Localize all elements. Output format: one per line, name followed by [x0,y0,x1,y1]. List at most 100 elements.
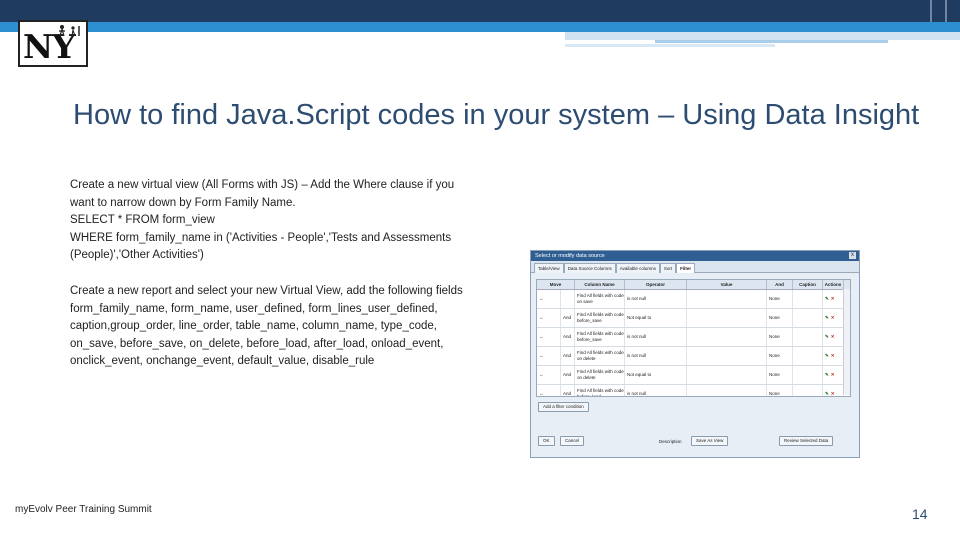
logic-cell: None [767,366,793,384]
tab-data-source-columns[interactable]: Data Source Columns [563,263,616,273]
column-header: Operator [625,280,687,289]
actions-cell: ✎ ✕ [823,290,844,308]
value-cell[interactable] [687,328,767,346]
logo-figures-icon [59,25,80,37]
top-bar [0,0,960,22]
grid-header: Move Column Name Operator Value And Caption Ac… [537,280,850,290]
move-arrows-icon[interactable]: ↔ [537,309,561,327]
tab-filter[interactable]: Filter [676,263,696,273]
column-header: Caption [793,280,823,289]
add-filter-button[interactable]: Add a filter condition [538,402,589,412]
tab-table-view[interactable]: Table/View [534,263,564,273]
value-cell[interactable] [687,366,767,384]
delete-icon[interactable]: ✕ [831,334,835,339]
value-cell[interactable] [687,347,767,365]
description-label: Description [659,439,682,444]
caption-cell [793,309,823,327]
actions-cell: ✎ ✕ [823,366,844,384]
tab-available-columns[interactable]: Available columns [615,263,660,273]
column-name-cell: Find All fields with code on delete [575,366,625,384]
move-arrows-icon[interactable]: ↔ [537,328,561,346]
caption-cell [793,328,823,346]
actions-cell: ✎ ✕ [823,328,844,346]
and-or-cell: And [561,309,575,327]
operator-cell[interactable]: is not null [625,347,687,365]
delete-icon[interactable]: ✕ [831,353,835,358]
operator-cell[interactable]: Not equal to [625,309,687,327]
footer-text: myEvolv Peer Training Summit [15,504,152,515]
and-or-cell: And [561,347,575,365]
accent-line [655,40,888,43]
value-cell[interactable] [687,385,767,396]
top-bar-stripe [930,0,932,22]
table-row[interactable]: ↔ AndFind All fields with code before_sav… [537,309,850,328]
top-bar-stripe [945,0,947,22]
column-header: Actions [823,280,844,289]
logic-cell: None [767,328,793,346]
accent-bar [0,22,960,32]
dialog-titlebar: Select or modify data source x [531,251,859,261]
table-row[interactable]: ↔ Find All fields with code on saveis not… [537,290,850,309]
instructions-virtual-view: Create a new virtual view (All Forms wit… [70,177,470,265]
tab-sort[interactable]: Sort [659,263,677,273]
move-arrows-icon[interactable]: ↔ [537,347,561,365]
logic-cell: None [767,309,793,327]
column-header: Column Name [575,280,625,289]
operator-cell[interactable]: is not null [625,385,687,396]
and-or-cell: And [561,328,575,346]
value-cell[interactable] [687,290,767,308]
and-or-cell: And [561,366,575,384]
delete-icon[interactable]: ✕ [831,372,835,377]
delete-icon[interactable]: ✕ [831,391,835,396]
column-header: Value [687,280,767,289]
actions-cell: ✎ ✕ [823,347,844,365]
review-selected-data-button[interactable]: Review Selected Data [779,436,834,446]
value-cell[interactable] [687,309,767,327]
paragraph-line: Create a new report and select your new … [70,285,463,297]
actions-cell: ✎ ✕ [823,385,844,396]
filter-grid: Move Column Name Operator Value And Caption Ac… [536,279,851,397]
operator-cell[interactable]: is not null [625,328,687,346]
edit-icon[interactable]: ✎ [825,353,829,358]
column-name-cell: Find All fields with code before_load [575,385,625,396]
grid-scrollbar[interactable] [843,289,850,395]
operator-cell[interactable]: Not equal to [625,366,687,384]
table-row[interactable]: ↔ AndFind All fields with code before_sav… [537,328,850,347]
edit-icon[interactable]: ✎ [825,372,829,377]
move-arrows-icon[interactable]: ↔ [537,385,561,396]
table-row[interactable]: ↔ AndFind All fields with code on deleteN… [537,366,850,385]
move-arrows-icon[interactable]: ↔ [537,290,561,308]
column-header: Move [537,280,575,289]
paragraph-line: form_family_name, form_name, user_define… [70,302,444,368]
column-name-cell: Find All fields with code on save [575,290,625,308]
accent-bar-light [565,32,960,40]
caption-cell [793,366,823,384]
delete-icon[interactable]: ✕ [831,315,835,320]
table-row[interactable]: ↔ AndFind All fields with code on deletei… [537,347,850,366]
and-or-cell: And [561,385,575,396]
edit-icon[interactable]: ✎ [825,391,829,396]
edit-icon[interactable]: ✎ [825,296,829,301]
logic-cell: None [767,290,793,308]
actions-cell: ✎ ✕ [823,309,844,327]
save-as-view-button[interactable]: Save As View [691,436,729,446]
close-icon[interactable]: x [849,252,856,259]
column-name-cell: Find All fields with code before_save [575,309,625,327]
dialog-title: Select or modify data source [535,253,605,259]
edit-icon[interactable]: ✎ [825,334,829,339]
edit-icon[interactable]: ✎ [825,315,829,320]
dialog-tabs: Table/View Data Source Columns Available c… [531,261,859,273]
cancel-button[interactable]: Cancel [560,436,585,446]
table-row[interactable]: ↔ AndFind All fields with code before_loa… [537,385,850,396]
operator-cell[interactable]: is not null [625,290,687,308]
ok-button[interactable]: OK [538,436,555,446]
move-arrows-icon[interactable]: ↔ [537,366,561,384]
instructions-report: Create a new report and select your new … [70,283,470,371]
column-name-cell: Find All fields with code on delete [575,347,625,365]
paragraph-line: SELECT * FROM form_view [70,214,215,226]
slide-title: How to find Java.Script codes in your sy… [73,99,920,131]
caption-cell [793,385,823,396]
data-source-dialog-screenshot: Select or modify data source x Table/Vie… [530,250,860,458]
delete-icon[interactable]: ✕ [831,296,835,301]
accent-line [565,44,775,47]
